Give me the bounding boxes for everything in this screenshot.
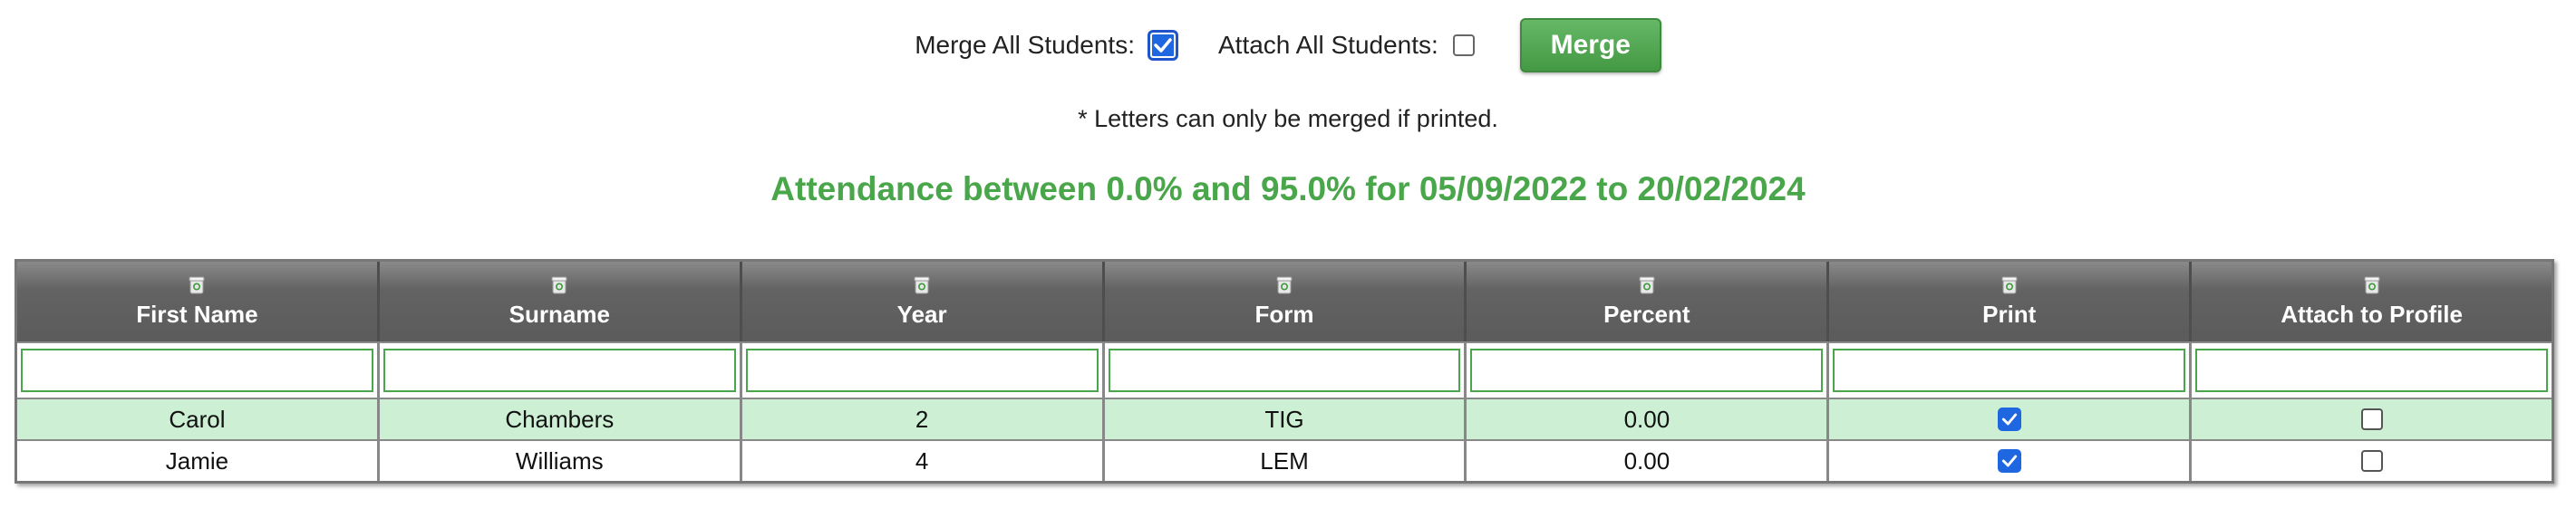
- column-title: Print: [1982, 300, 2037, 328]
- recycle-bin-icon[interactable]: [2363, 275, 2381, 295]
- attach-to-profile-checkbox[interactable]: [2360, 450, 2383, 472]
- column-header-surname[interactable]: Surname: [380, 262, 742, 341]
- attach-to-profile-checkbox[interactable]: [2360, 408, 2383, 430]
- merge-controls: Merge All Students: Attach All Students:…: [0, 16, 2576, 74]
- filter-surname-input[interactable]: [383, 349, 736, 392]
- recycle-bin-icon[interactable]: [1638, 275, 1656, 295]
- students-table: First Name Surname Year Form Percent Pri…: [15, 259, 2554, 484]
- merge-all-label: Merge All Students:: [915, 31, 1135, 59]
- attach-all-label: Attach All Students:: [1218, 31, 1438, 59]
- recycle-bin-icon[interactable]: [188, 275, 206, 295]
- attach-cell: [2192, 399, 2552, 439]
- column-header-percent[interactable]: Percent: [1467, 262, 1830, 341]
- print-cell: [1829, 399, 2193, 439]
- recycle-bin-icon[interactable]: [2000, 275, 2019, 295]
- surname-cell: Williams: [380, 441, 742, 481]
- recycle-bin-icon[interactable]: [1275, 275, 1293, 295]
- column-title: Surname: [508, 300, 610, 328]
- form-cell: TIG: [1105, 399, 1467, 439]
- recycle-bin-icon[interactable]: [913, 275, 931, 295]
- filter-form-input[interactable]: [1108, 349, 1461, 392]
- column-title: Year: [896, 300, 947, 328]
- first-name-cell: Carol: [17, 399, 380, 439]
- column-header-print[interactable]: Print: [1829, 262, 2193, 341]
- filter-cell: [742, 343, 1105, 398]
- merge-all-checkbox[interactable]: [1148, 30, 1178, 61]
- attach-all-checkbox[interactable]: [1452, 34, 1475, 56]
- report-heading: Attendance between 0.0% and 95.0% for 05…: [770, 170, 1806, 207]
- table-row[interactable]: Jamie Williams 4 LEM 0.00: [17, 439, 2552, 481]
- surname-cell: Chambers: [380, 399, 742, 439]
- percent-cell: 0.00: [1467, 399, 1830, 439]
- checkmark-icon: [1154, 38, 1172, 53]
- filter-cell: [1829, 343, 2193, 398]
- checkmark-icon: [2001, 413, 2017, 426]
- recycle-bin-icon[interactable]: [550, 275, 568, 295]
- column-title: Form: [1254, 300, 1314, 328]
- filter-first-name-input[interactable]: [21, 349, 373, 392]
- column-title: Attach to Profile: [2281, 300, 2463, 328]
- column-title: First Name: [136, 300, 258, 328]
- print-checkbox[interactable]: [1997, 408, 2021, 431]
- filter-cell: [1105, 343, 1467, 398]
- first-name-cell: Jamie: [17, 441, 380, 481]
- filter-print-input[interactable]: [1833, 349, 2186, 392]
- table-row[interactable]: Carol Chambers 2 TIG 0.00: [17, 399, 2552, 439]
- column-header-first-name[interactable]: First Name: [17, 262, 380, 341]
- table-header-row: First Name Surname Year Form Percent Pri…: [17, 262, 2552, 341]
- print-checkbox[interactable]: [1997, 449, 2021, 473]
- filter-cell: [17, 343, 380, 398]
- attach-cell: [2192, 441, 2552, 481]
- merge-button[interactable]: Merge: [1519, 18, 1661, 72]
- filter-cell: [380, 343, 742, 398]
- merge-note: * Letters can only be merged if printed.: [1078, 105, 1498, 132]
- column-header-year[interactable]: Year: [742, 262, 1105, 341]
- filter-row: [17, 341, 2552, 399]
- column-header-form[interactable]: Form: [1105, 262, 1467, 341]
- filter-percent-input[interactable]: [1470, 349, 1824, 392]
- filter-attach-input[interactable]: [2195, 349, 2549, 392]
- column-title: Percent: [1603, 300, 1690, 328]
- form-cell: LEM: [1105, 441, 1467, 481]
- checkmark-icon: [2001, 455, 2017, 467]
- year-cell: 2: [742, 399, 1105, 439]
- print-cell: [1829, 441, 2193, 481]
- filter-year-input[interactable]: [745, 349, 1099, 392]
- percent-cell: 0.00: [1467, 441, 1830, 481]
- filter-cell: [1467, 343, 1830, 398]
- year-cell: 4: [742, 441, 1105, 481]
- column-header-attach-to-profile[interactable]: Attach to Profile: [2192, 262, 2552, 341]
- filter-cell: [2192, 343, 2552, 398]
